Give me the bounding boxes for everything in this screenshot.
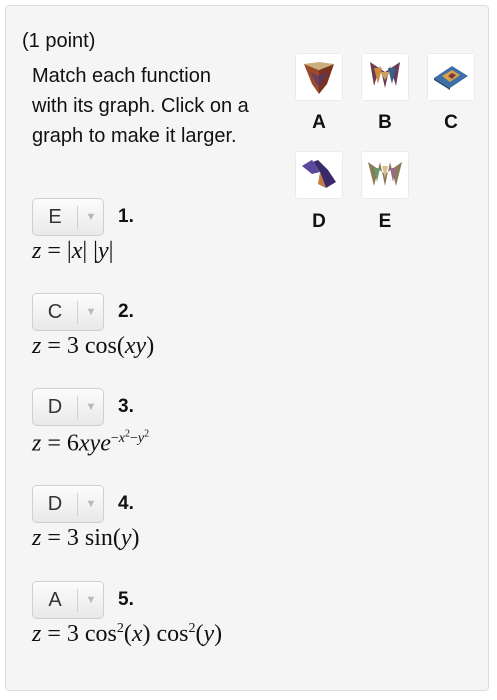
question-number: 4.	[118, 493, 134, 514]
formula: z = 3 cos(xy)	[32, 333, 155, 359]
graph-thumbnail-a[interactable]	[296, 54, 342, 100]
chevron-down-icon: ▼	[85, 306, 97, 318]
formula: z = 6xye−x2−y2	[32, 428, 150, 457]
selected-value: A	[48, 589, 62, 611]
question-number: 3.	[118, 396, 134, 417]
graph-thumbnail-d[interactable]	[296, 152, 342, 198]
problem-panel: (1 point) Match each function with its g…	[5, 5, 489, 691]
select-divider	[77, 589, 78, 612]
point-value: (1 point)	[22, 30, 96, 52]
select-divider	[77, 396, 78, 419]
formula: z = 3 sin(y)	[32, 525, 140, 551]
selected-value: D	[47, 493, 63, 515]
chevron-down-icon: ▼	[85, 594, 97, 606]
graph-label-d: D	[312, 211, 326, 232]
graph-thumbnail-c[interactable]	[428, 54, 474, 100]
graph-thumbnail-b[interactable]	[362, 54, 408, 100]
answer-select-1[interactable]: E ▼	[32, 198, 104, 236]
selected-value: C	[47, 301, 63, 323]
instructions: Match each function with its graph. Clic…	[32, 65, 249, 147]
select-divider	[77, 493, 78, 516]
formula: z = |x| |y|	[32, 238, 114, 264]
question-number: 5.	[118, 589, 134, 610]
chevron-down-icon: ▼	[85, 498, 97, 510]
surface-plot-e-icon	[362, 152, 408, 198]
chevron-down-icon: ▼	[85, 211, 97, 223]
graph-label-a: A	[312, 112, 326, 133]
answer-select-2[interactable]: C ▼	[32, 293, 104, 331]
surface-plot-c-icon	[428, 54, 474, 100]
answer-select-3[interactable]: D ▼	[32, 388, 104, 426]
graph-label-e: E	[378, 211, 392, 232]
question-number: 1.	[118, 206, 134, 227]
surface-plot-b-icon	[362, 54, 408, 100]
selected-value: E	[48, 206, 62, 228]
select-divider	[77, 206, 78, 229]
answer-select-5[interactable]: A ▼	[32, 581, 104, 619]
graph-thumbnail-e[interactable]	[362, 152, 408, 198]
graph-label-b: B	[378, 112, 392, 133]
surface-plot-a-icon	[296, 54, 342, 100]
select-divider	[77, 301, 78, 324]
surface-plot-d-icon	[296, 152, 342, 198]
answer-select-4[interactable]: D ▼	[32, 485, 104, 523]
selected-value: D	[47, 396, 63, 418]
formula: z = 3 cos2(x) cos2(y)	[32, 621, 223, 647]
question-number: 2.	[118, 301, 134, 322]
graph-label-c: C	[444, 112, 458, 133]
chevron-down-icon: ▼	[85, 401, 97, 413]
